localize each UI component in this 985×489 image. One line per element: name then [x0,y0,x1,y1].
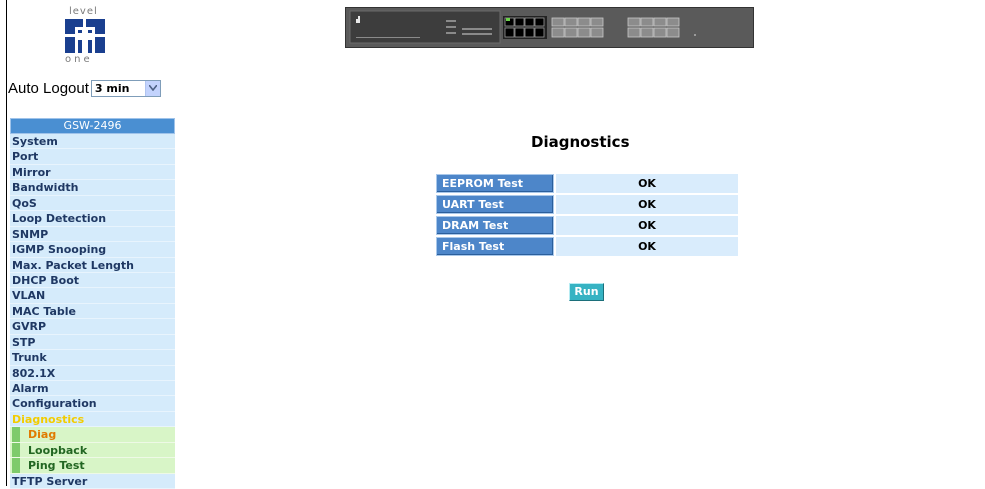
diag-row-eeprom: EEPROM Test OK [436,174,738,193]
chevron-down-icon [148,84,157,91]
diag-row-dram: DRAM Test OK [436,216,738,235]
diag-label: UART Test [436,195,554,214]
sidebar-subitem-ping-test[interactable]: Ping Test [10,458,175,474]
logo-bottom-text: one [65,54,93,65]
sidebar-item-gvrp[interactable]: GVRP [10,319,175,335]
dropdown-button[interactable] [144,80,160,96]
sidebar-item-system[interactable]: System [10,134,175,150]
sidebar-item-alarm[interactable]: Alarm [10,381,175,397]
auto-logout: Auto Logout 3 min [8,78,161,98]
sidebar-item-port[interactable]: Port [10,149,175,165]
sidebar-item-vlan[interactable]: VLAN [10,288,175,304]
sidebar-item-loop-detection[interactable]: Loop Detection [10,211,175,227]
sidebar-subitem-loopback[interactable]: Loopback [10,442,175,459]
sidebar: GSW-2496 System Port Mirror Bandwidth Qo… [10,118,175,489]
page-title: Diagnostics [531,133,630,151]
diag-row-flash: Flash Test OK [436,237,738,256]
levelone-logo: level one [65,6,117,66]
auto-logout-value: 3 min [94,81,130,95]
sidebar-item-diagnostics[interactable]: Diagnostics [10,411,175,428]
sidebar-item-bandwidth[interactable]: Bandwidth [10,180,175,196]
diag-row-uart: UART Test OK [436,195,738,214]
diag-label: Flash Test [436,237,554,256]
logo-mark-icon [65,19,105,53]
sidebar-item-stp[interactable]: STP [10,334,175,351]
diag-value: OK [556,216,738,235]
sidebar-menu: System Port Mirror Bandwidth QoS Loop De… [10,134,175,489]
sidebar-item-trunk[interactable]: Trunk [10,350,175,366]
diag-value: OK [556,195,738,214]
sidebar-item-dhcp-boot[interactable]: DHCP Boot [10,272,175,289]
diagnostics-table: EEPROM Test OK UART Test OK DRAM Test OK… [436,174,738,258]
switch-front-panel-image [345,7,754,48]
auto-logout-select[interactable]: 3 min [90,79,161,97]
sidebar-item-max-packet-length[interactable]: Max. Packet Length [10,257,175,273]
sidebar-subitem-diag[interactable]: Diag [10,427,175,443]
sidebar-item-mirror[interactable]: Mirror [10,164,175,181]
sidebar-item-snmp[interactable]: SNMP [10,226,175,243]
sidebar-item-qos[interactable]: QoS [10,195,175,212]
logo-top-text: level [69,6,98,17]
diag-label: DRAM Test [436,216,554,235]
auto-logout-label: Auto Logout [8,79,89,97]
switch-panel-graphic [346,8,753,47]
sidebar-item-8021x[interactable]: 802.1X [10,365,175,381]
sidebar-item-mac-table[interactable]: MAC Table [10,303,175,320]
sidebar-item-configuration[interactable]: Configuration [10,396,175,412]
sidebar-item-igmp-snooping[interactable]: IGMP Snooping [10,242,175,258]
sidebar-item-tftp-server[interactable]: TFTP Server [10,473,175,489]
run-button[interactable]: Run [569,283,604,301]
sidebar-title: GSW-2496 [10,118,175,134]
left-frame-border [6,0,7,486]
diag-value: OK [556,237,738,256]
diag-value: OK [556,174,738,193]
diag-label: EEPROM Test [436,174,554,193]
